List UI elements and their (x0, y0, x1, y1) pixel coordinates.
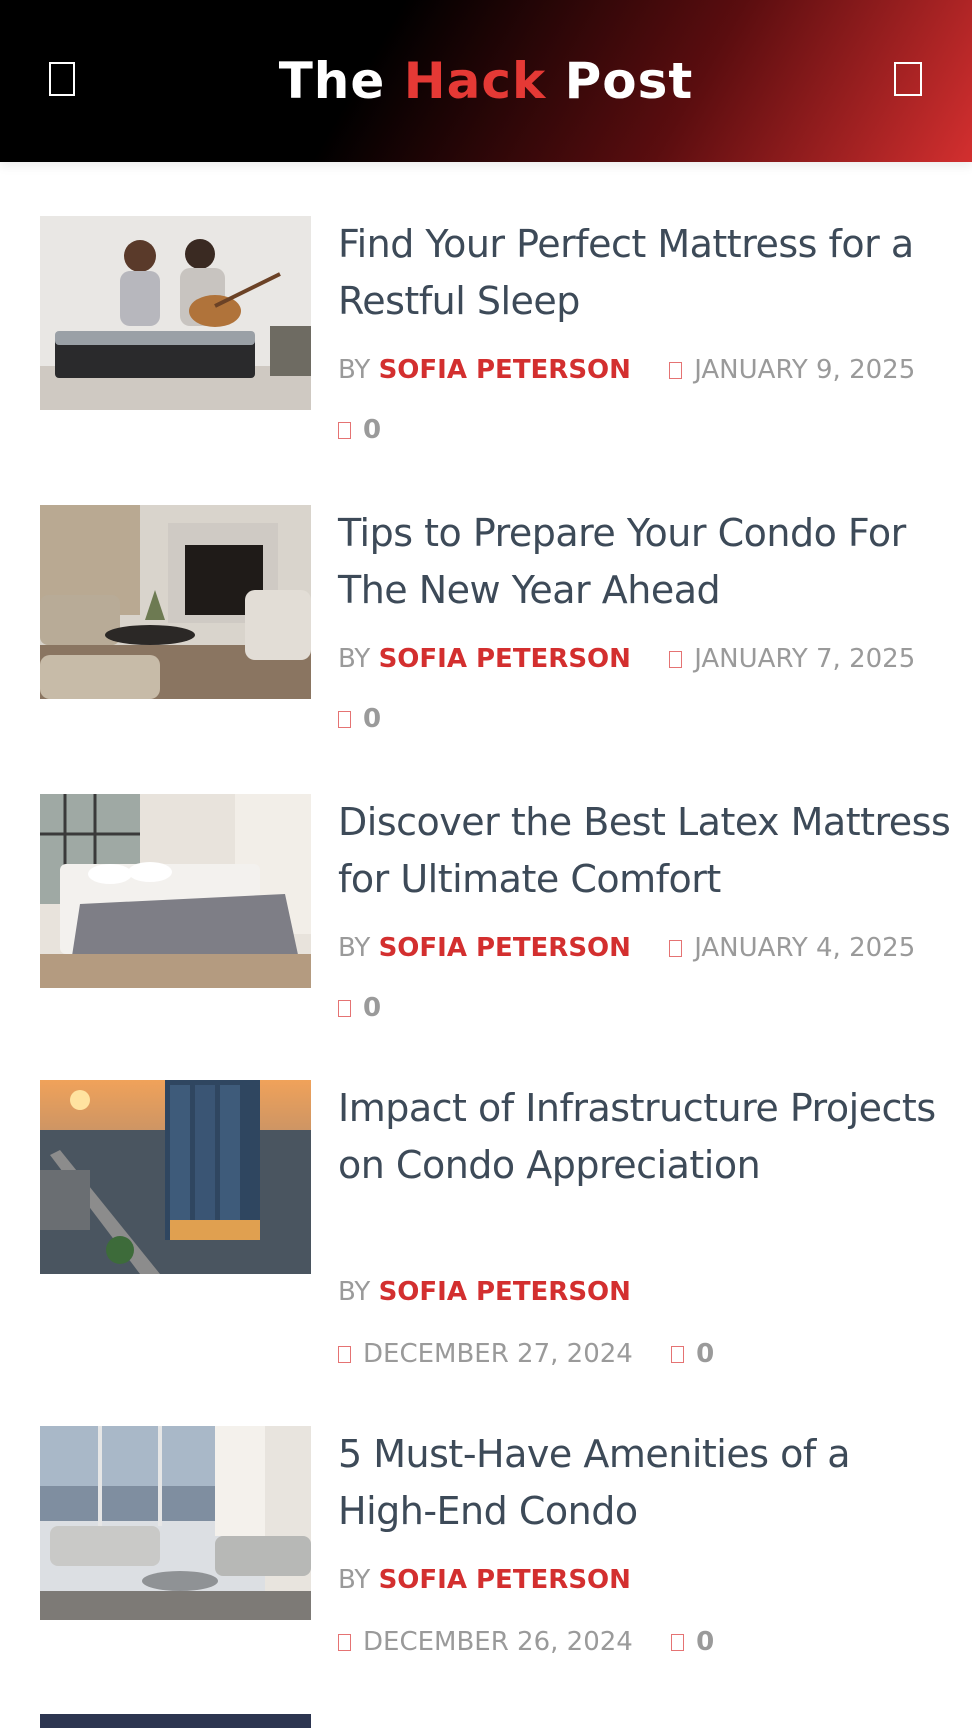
author-link[interactable]: SOFIA PETERSON (379, 933, 631, 963)
post-comments[interactable]: 0 (338, 990, 381, 1026)
by-label: BY (338, 1277, 371, 1307)
post-meta: BY SOFIA PETERSON (338, 1274, 631, 1310)
post-meta-secondary: DECEMBER 26, 2024 0 (338, 1624, 714, 1660)
post-item: 5 Must-Have Amenities of a High-End Cond… (40, 1426, 940, 1716)
comment-icon[interactable] (671, 1346, 685, 1363)
post-title[interactable]: 5 Must-Have Amenities of a High-End Cond… (338, 1426, 958, 1540)
post-item: Discover the Best Latex Mattress for Ult… (40, 794, 951, 1026)
couple-on-mattress-photo (40, 216, 311, 410)
post-meta: BY SOFIA PETERSON JANUARY 7, 2025 (338, 641, 915, 677)
logo-text-post: Post (546, 52, 694, 110)
by-label: BY (338, 644, 371, 674)
post-date[interactable]: DECEMBER 27, 2024 (363, 1339, 633, 1369)
next-post-thumbnail[interactable] (40, 1714, 311, 1728)
comment-icon (338, 711, 351, 728)
calendar-icon (338, 1346, 351, 1363)
post-thumbnail[interactable] (40, 794, 311, 988)
bedroom-photo (40, 794, 311, 988)
author-link[interactable]: SOFIA PETERSON (379, 644, 631, 674)
post-comments[interactable]: 0 (338, 701, 381, 737)
post-title[interactable]: Find Your Perfect Mattress for a Restful… (338, 216, 958, 330)
comment-count: 0 (363, 704, 382, 734)
living-room-fireplace-photo (40, 505, 311, 699)
post-title[interactable]: Discover the Best Latex Mattress for Ult… (338, 794, 958, 908)
comment-count: 0 (363, 415, 382, 445)
post-date[interactable]: JANUARY 4, 2025 (694, 933, 915, 963)
logo-text-the: The (278, 52, 404, 110)
comment-count: 0 (363, 993, 382, 1023)
comment-icon[interactable] (671, 1634, 685, 1651)
calendar-icon (669, 940, 683, 957)
comment-icon (338, 422, 351, 439)
comment-icon (338, 1000, 351, 1017)
post-thumbnail[interactable] (40, 505, 311, 699)
post-meta: BY SOFIA PETERSON JANUARY 9, 2025 (338, 352, 915, 388)
post-item: Impact of Infrastructure Projects on Con… (40, 1080, 940, 1380)
calendar-icon (669, 651, 683, 668)
city-tower-sunset-photo (40, 1080, 311, 1274)
logo-text-hack: Hack (403, 52, 547, 110)
post-meta-secondary: DECEMBER 27, 2024 0 (338, 1336, 714, 1372)
author-link[interactable]: SOFIA PETERSON (379, 355, 631, 385)
post-item: Tips to Prepare Your Condo For The New Y… (40, 505, 940, 735)
by-label: BY (338, 933, 371, 963)
post-item: Find Your Perfect Mattress for a Restful… (40, 216, 940, 446)
post-date[interactable]: JANUARY 9, 2025 (694, 355, 915, 385)
condo-living-room-photo (40, 1426, 311, 1620)
site-header: The Hack Post (0, 0, 972, 162)
calendar-icon (669, 362, 683, 379)
author-link[interactable]: SOFIA PETERSON (379, 1565, 631, 1595)
post-date[interactable]: DECEMBER 26, 2024 (363, 1627, 633, 1657)
post-thumbnail[interactable] (40, 216, 311, 410)
post-date[interactable]: JANUARY 7, 2025 (694, 644, 915, 674)
author-link[interactable]: SOFIA PETERSON (379, 1277, 631, 1307)
by-label: BY (338, 355, 371, 385)
post-meta: BY SOFIA PETERSON (338, 1562, 631, 1598)
post-thumbnail[interactable] (40, 1426, 311, 1620)
by-label: BY (338, 1565, 371, 1595)
post-title[interactable]: Impact of Infrastructure Projects on Con… (338, 1080, 958, 1194)
post-comments[interactable]: 0 (338, 412, 381, 448)
site-logo[interactable]: The Hack Post (0, 46, 972, 116)
calendar-icon (338, 1634, 351, 1651)
search-icon[interactable] (894, 62, 922, 96)
post-title[interactable]: Tips to Prepare Your Condo For The New Y… (338, 505, 958, 619)
comment-count[interactable]: 0 (696, 1627, 714, 1657)
post-meta: BY SOFIA PETERSON JANUARY 4, 2025 (338, 930, 915, 966)
comment-count[interactable]: 0 (696, 1339, 714, 1369)
post-thumbnail[interactable] (40, 1080, 311, 1274)
